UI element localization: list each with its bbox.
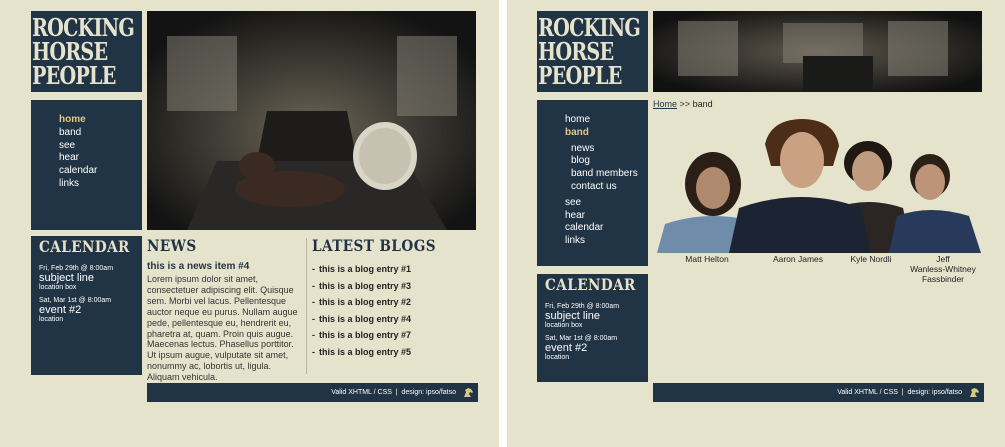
news-item-title[interactable]: this is a news item #4 <box>147 261 298 272</box>
event-title: event #2 <box>39 304 82 316</box>
footer-text[interactable]: Valid XHTML / CSS | design: ipso/fatso <box>331 389 456 396</box>
nav-see[interactable]: see <box>565 197 648 210</box>
footer-text[interactable]: Valid XHTML / CSS | design: ipso/fatso <box>837 389 962 396</box>
event-title: subject line <box>39 272 95 284</box>
blog-entry[interactable]: - this is a blog entry #1 <box>312 261 472 278</box>
left-page: ROCKING HORSE PEOPLE home band see hear … <box>0 0 499 447</box>
blog-list: - this is a blog entry #1 - this is a blog… <box>312 261 472 360</box>
nav-home[interactable]: home <box>565 114 648 127</box>
event-title: event #2 <box>545 342 588 354</box>
site-logo[interactable]: ROCKING HORSE PEOPLE <box>537 11 648 92</box>
calendar-heading: CALENDAR <box>545 275 636 294</box>
news-item-body: Lorem ipsum dolor sit amet, consectetuer… <box>147 274 298 383</box>
calendar-event[interactable]: Sat, Mar 1st @ 8:00am event #2 location <box>545 335 640 362</box>
site-logo[interactable]: ROCKING HORSE PEOPLE <box>31 11 142 92</box>
column-divider <box>306 238 307 374</box>
nav-see[interactable]: see <box>59 140 142 153</box>
header-photo-van-interior <box>653 11 982 92</box>
subnav-blog[interactable]: blog <box>571 155 648 168</box>
calendar-box: CALENDAR Fri, Feb 29th @ 8:00am subject … <box>537 274 648 382</box>
blog-entry[interactable]: - this is a blog entry #3 <box>312 278 472 295</box>
breadcrumb-home-link[interactable]: Home <box>653 99 677 109</box>
member-name-jeff: Jeff Wanless-Whitney Fassbinder <box>910 254 976 284</box>
blog-entry[interactable]: - this is a blog entry #5 <box>312 344 472 361</box>
blogs-heading: LATEST BLOGS <box>312 236 436 255</box>
nav-calendar[interactable]: calendar <box>565 222 648 235</box>
nav-calendar[interactable]: calendar <box>59 165 142 178</box>
calendar-event[interactable]: Sat, Mar 1st @ 8:00am event #2 location <box>39 297 134 324</box>
event-location: location box <box>39 284 77 291</box>
band-photo <box>653 116 983 253</box>
horse-icon <box>464 388 473 397</box>
breadcrumb: Home >> band <box>653 99 713 109</box>
member-name-matt: Matt Helton <box>685 254 729 264</box>
nav-hear[interactable]: hear <box>59 152 142 165</box>
blog-entry[interactable]: - this is a blog entry #2 <box>312 294 472 311</box>
event-location: location <box>39 316 64 323</box>
hero-photo-van-interior <box>147 11 476 230</box>
nav-links[interactable]: links <box>565 235 648 248</box>
nav-home[interactable]: home <box>59 114 142 127</box>
main-nav: home band see hear calendar links <box>31 100 142 230</box>
event-location: location box <box>545 322 583 329</box>
calendar-box: CALENDAR Fri, Feb 29th @ 8:00am subject … <box>31 236 142 375</box>
subnav-news[interactable]: news <box>571 143 648 156</box>
latest-blogs-section: LATEST BLOGS - this is a blog entry #1 -t… <box>312 236 472 360</box>
subnav-contact-us[interactable]: contact us <box>571 181 648 194</box>
member-name-kyle: Kyle Nordli <box>850 254 892 264</box>
event-location: location <box>545 354 570 361</box>
nav-hear[interactable]: hear <box>565 210 648 223</box>
calendar-event[interactable]: Fri, Feb 29th @ 8:00am subject line loca… <box>39 265 134 292</box>
news-section: NEWS this is a news item #4 Lorem ipsum … <box>147 236 298 383</box>
band-subnav: news blog band members contact us <box>565 140 648 197</box>
footer: Valid XHTML / CSS | design: ipso/fatso <box>147 383 478 402</box>
subnav-band-members[interactable]: band members <box>571 168 648 181</box>
footer: Valid XHTML / CSS | design: ipso/fatso <box>653 383 984 402</box>
nav-band[interactable]: band <box>565 127 648 140</box>
breadcrumb-current: band <box>692 99 713 109</box>
horse-icon <box>970 388 979 397</box>
calendar-heading: CALENDAR <box>39 237 130 256</box>
calendar-event[interactable]: Fri, Feb 29th @ 8:00am subject line loca… <box>545 303 640 330</box>
nav-links[interactable]: links <box>59 178 142 191</box>
blog-entry[interactable]: - this is a blog entry #7 <box>312 327 472 344</box>
member-name-aaron: Aaron James <box>772 254 824 264</box>
nav-band[interactable]: band <box>59 127 142 140</box>
blog-entry[interactable]: - this is a blog entry #4 <box>312 311 472 328</box>
event-title: subject line <box>545 310 601 322</box>
news-heading: NEWS <box>147 236 197 255</box>
main-nav: home band news blog band members contact… <box>537 100 648 266</box>
